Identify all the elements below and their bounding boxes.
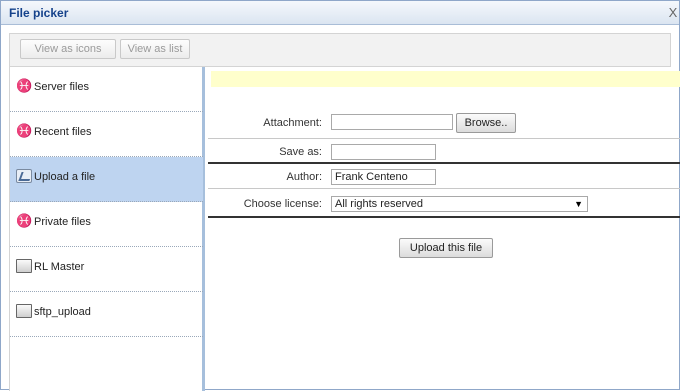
close-icon[interactable]: X: [667, 5, 679, 21]
sidebar-item-sftp-upload[interactable]: sftp_upload: [10, 292, 203, 337]
view-toolbar: View as icons View as list: [9, 33, 671, 67]
repository-icon: [16, 79, 32, 93]
repository-icon: [16, 124, 32, 138]
sidebar-item-upload-a-file[interactable]: Upload a file: [10, 157, 203, 202]
view-as-list-button[interactable]: View as list: [120, 39, 190, 59]
row-divider: [208, 188, 680, 189]
sidebar-item-rl-master[interactable]: RL Master: [10, 247, 203, 292]
title-bar[interactable]: File picker X: [1, 1, 679, 25]
sidebar-item-label: Recent files: [34, 126, 92, 138]
row-divider: [208, 162, 680, 164]
sidebar-item-label: Private files: [34, 216, 91, 228]
sidebar-item-server-files[interactable]: Server files: [10, 67, 203, 112]
save-as-field[interactable]: [331, 144, 436, 160]
author-label: Author:: [286, 171, 322, 183]
upload-form-panel: Attachment: Browse.. Save as: Author: Fr…: [208, 67, 680, 391]
sidebar-item-private-files[interactable]: Private files: [10, 202, 203, 247]
dialog-title: File picker: [9, 6, 69, 20]
row-divider: [208, 216, 680, 218]
view-as-icons-button[interactable]: View as icons: [20, 39, 116, 59]
sidebar-item-label: RL Master: [34, 261, 85, 273]
upload-this-file-button[interactable]: Upload this file: [399, 238, 493, 258]
license-select-value: All rights reserved: [335, 198, 424, 210]
browse-button[interactable]: Browse..: [456, 113, 516, 133]
attachment-field[interactable]: [331, 114, 453, 130]
repository-sidebar: Server files Recent files Upload a file …: [9, 67, 205, 391]
sidebar-item-label: Server files: [34, 81, 90, 93]
save-as-label: Save as:: [279, 146, 322, 158]
sidebar-item-recent-files[interactable]: Recent files: [10, 112, 203, 157]
drive-icon: [16, 304, 32, 318]
notice-bar: [211, 71, 680, 87]
author-field[interactable]: Frank Centeno: [331, 169, 436, 185]
license-select[interactable]: All rights reserved ▼: [331, 196, 588, 212]
attachment-label: Attachment:: [263, 117, 322, 129]
sidebar-item-label: sftp_upload: [34, 306, 91, 318]
row-divider: [208, 138, 680, 139]
upload-icon: [16, 169, 32, 183]
file-picker-dialog: File picker X View as icons View as list…: [0, 0, 680, 391]
drive-icon: [16, 259, 32, 273]
sidebar-item-label: Upload a file: [34, 171, 96, 183]
license-label: Choose license:: [243, 198, 322, 210]
chevron-down-icon: ▼: [574, 199, 583, 209]
repository-icon: [16, 214, 32, 228]
